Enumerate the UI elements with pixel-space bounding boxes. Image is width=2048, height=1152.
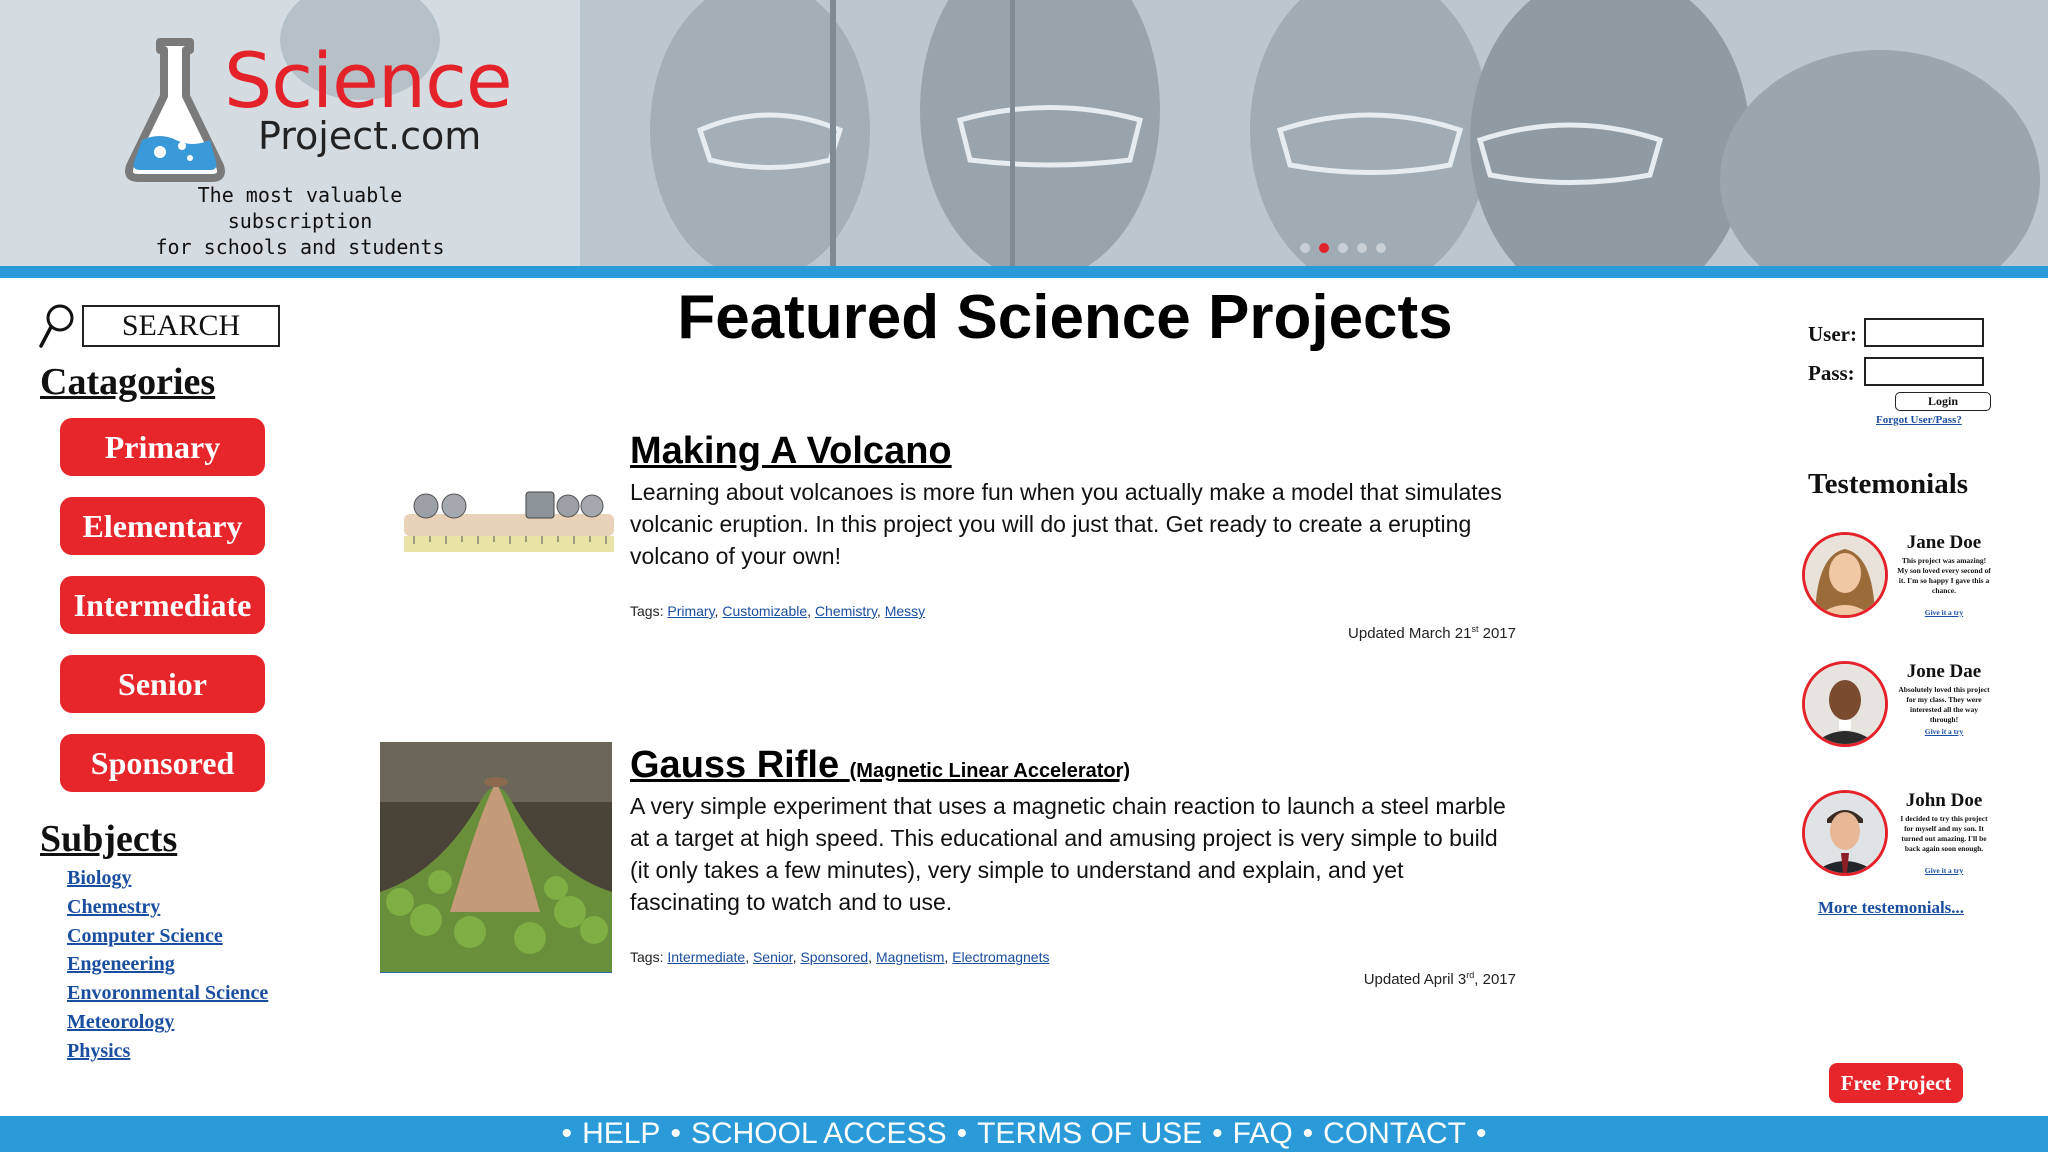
- testimonials-heading: Testemonials: [1808, 468, 1969, 500]
- tag-link[interactable]: Customizable: [722, 603, 807, 619]
- flask-logo-icon: [125, 38, 225, 182]
- footer-separator: •: [561, 1117, 573, 1150]
- avatar: [1802, 661, 1888, 747]
- subjects-heading: Subjects: [40, 818, 178, 860]
- footer-separator: •: [670, 1117, 681, 1150]
- page-title: Featured Science Projects: [677, 283, 1453, 352]
- project-title-gauss-rifle[interactable]: Gauss Rifle (Magnetic Linear Accelerator…: [630, 744, 1130, 787]
- project-updated-gauss-rifle: Updated April 3rd, 2017: [1364, 970, 1516, 988]
- password-input[interactable]: [1864, 357, 1984, 386]
- subject-link-physics[interactable]: Physics: [67, 1037, 268, 1066]
- project-thumbnail-volcano[interactable]: [380, 742, 612, 973]
- tag-link[interactable]: Messy: [885, 603, 925, 619]
- footer-link-school-access[interactable]: SCHOOL ACCESS: [691, 1117, 947, 1151]
- hero-banner: Science Project.com The most valuable su…: [0, 0, 2048, 266]
- tag-link[interactable]: Senior: [753, 949, 793, 965]
- testimonial-card: Jone Dae Absolutely loved this project f…: [1802, 661, 2002, 761]
- project-updated-volcano: Updated March 21st 2017: [1348, 624, 1516, 642]
- carousel-dot[interactable]: [1319, 243, 1329, 253]
- pass-label: Pass:: [1808, 361, 1855, 385]
- updated-year: 2017: [1478, 625, 1516, 642]
- project-title-volcano[interactable]: Making A Volcano: [630, 430, 952, 473]
- footer-separator: •: [1475, 1117, 1487, 1150]
- testimonial-try-link[interactable]: Give it a try: [1896, 727, 1992, 736]
- tagline-line-2: for schools and students: [155, 235, 445, 259]
- project-thumbnail-magnets[interactable]: [400, 480, 618, 580]
- tag-link[interactable]: Primary: [667, 603, 714, 619]
- site-logo[interactable]: Science Project.com The most valuable su…: [120, 36, 540, 259]
- tagline-line-1: The most valuable subscription: [197, 183, 403, 233]
- subject-link-environmental-science[interactable]: Envoronmental Science: [67, 979, 268, 1008]
- tag-link[interactable]: Magnetism: [876, 949, 944, 965]
- footer-link-help[interactable]: HELP: [582, 1117, 660, 1151]
- avatar: [1802, 532, 1888, 618]
- more-testimonials-link[interactable]: More testemonials...: [1818, 898, 1964, 918]
- project-subtitle: (Magnetic Linear Accelerator): [849, 760, 1131, 782]
- testimonial-try-link[interactable]: Give it a try: [1896, 866, 1992, 875]
- carousel-dot[interactable]: [1357, 243, 1367, 253]
- search-row: SEARCH: [38, 302, 280, 350]
- category-senior-button[interactable]: Senior: [60, 655, 265, 713]
- testimonial-try-link[interactable]: Give it a try: [1896, 608, 1992, 617]
- footer-link-faq[interactable]: FAQ: [1233, 1117, 1293, 1151]
- tags-label: Tags:: [630, 949, 668, 965]
- hero-divider: [0, 266, 2048, 278]
- category-primary-button[interactable]: Primary: [60, 418, 265, 476]
- subject-link-meteorology[interactable]: Meteorology: [67, 1008, 268, 1037]
- category-intermediate-button[interactable]: Intermediate: [60, 576, 265, 634]
- username-input[interactable]: [1864, 318, 1984, 347]
- testimonial-quote: Absolutely loved this project for my cla…: [1898, 685, 1990, 724]
- footer-separator: •: [956, 1117, 968, 1150]
- testimonial-quote: I decided to try this project for myself…: [1900, 814, 1988, 853]
- category-elementary-button[interactable]: Elementary: [60, 497, 265, 555]
- logo-wordmark-science: Science: [224, 36, 513, 125]
- footer-link-terms-of-use[interactable]: TERMS OF USE: [977, 1117, 1202, 1151]
- tags-label: Tags:: [630, 603, 668, 619]
- forgot-credentials-link[interactable]: Forgot User/Pass?: [1876, 414, 1962, 426]
- login-button[interactable]: Login: [1895, 392, 1991, 411]
- testimonial-name: Jone Dae: [1906, 661, 1982, 682]
- tag-link[interactable]: Chemistry: [815, 603, 877, 619]
- category-sponsored-button[interactable]: Sponsored: [60, 734, 265, 792]
- testimonial-name: John Doe: [1905, 790, 1983, 811]
- logo-tagline: The most valuable subscription for schoo…: [140, 182, 460, 260]
- subject-link-biology[interactable]: Biology: [67, 864, 268, 893]
- tag-link[interactable]: Intermediate: [667, 949, 745, 965]
- updated-text: Updated April 3: [1363, 971, 1467, 988]
- search-input[interactable]: SEARCH: [82, 305, 280, 347]
- project-tags-gauss-rifle: Tags: Intermediate, Senior, Sponsored, M…: [630, 949, 1050, 965]
- logo-wordmark-project: Project.com: [258, 114, 482, 158]
- project-tags-volcano: Tags: Primary, Customizable, Chemistry, …: [630, 603, 926, 619]
- footer-separator: •: [1212, 1117, 1223, 1150]
- subject-link-engineering[interactable]: Engeneering: [67, 950, 268, 979]
- subject-link-chemistry[interactable]: Chemestry: [67, 893, 268, 922]
- free-project-button[interactable]: Free Project: [1829, 1063, 1963, 1103]
- testimonial-name: Jane Doe: [1906, 532, 1982, 553]
- updated-year: , 2017: [1474, 971, 1516, 988]
- categories-heading: Catagories: [40, 361, 216, 403]
- carousel-dot[interactable]: [1300, 243, 1310, 253]
- subjects-list: Biology Chemestry Computer Science Engen…: [67, 864, 268, 1066]
- tag-link[interactable]: Sponsored: [800, 949, 868, 965]
- tag-link[interactable]: Electromagnets: [952, 949, 1049, 965]
- footer-link-contact[interactable]: CONTACT: [1323, 1117, 1466, 1151]
- search-icon[interactable]: [38, 302, 78, 350]
- footer-nav: • HELP • SCHOOL ACCESS • TERMS OF USE • …: [0, 1116, 2048, 1152]
- subject-link-computer-science[interactable]: Computer Science: [67, 922, 268, 951]
- user-label: User:: [1808, 322, 1857, 346]
- carousel-dot[interactable]: [1338, 243, 1348, 253]
- testimonial-quote: This project was amazing! My son loved e…: [1897, 556, 1991, 595]
- avatar: [1802, 790, 1888, 876]
- footer-separator: •: [1302, 1117, 1314, 1150]
- project-description-gauss-rifle: A very simple experiment that uses a mag…: [630, 793, 1506, 915]
- project-title-text: Gauss Rifle: [630, 744, 840, 786]
- project-description-volcano: Learning about volcanoes is more fun whe…: [630, 479, 1502, 569]
- carousel-dots: [1300, 243, 1386, 253]
- carousel-dot[interactable]: [1376, 243, 1386, 253]
- updated-text: Updated March 21: [1348, 625, 1472, 642]
- testimonial-card: Jane Doe This project was amazing! My so…: [1802, 532, 2002, 632]
- testimonial-card: John Doe I decided to try this project f…: [1802, 790, 2002, 890]
